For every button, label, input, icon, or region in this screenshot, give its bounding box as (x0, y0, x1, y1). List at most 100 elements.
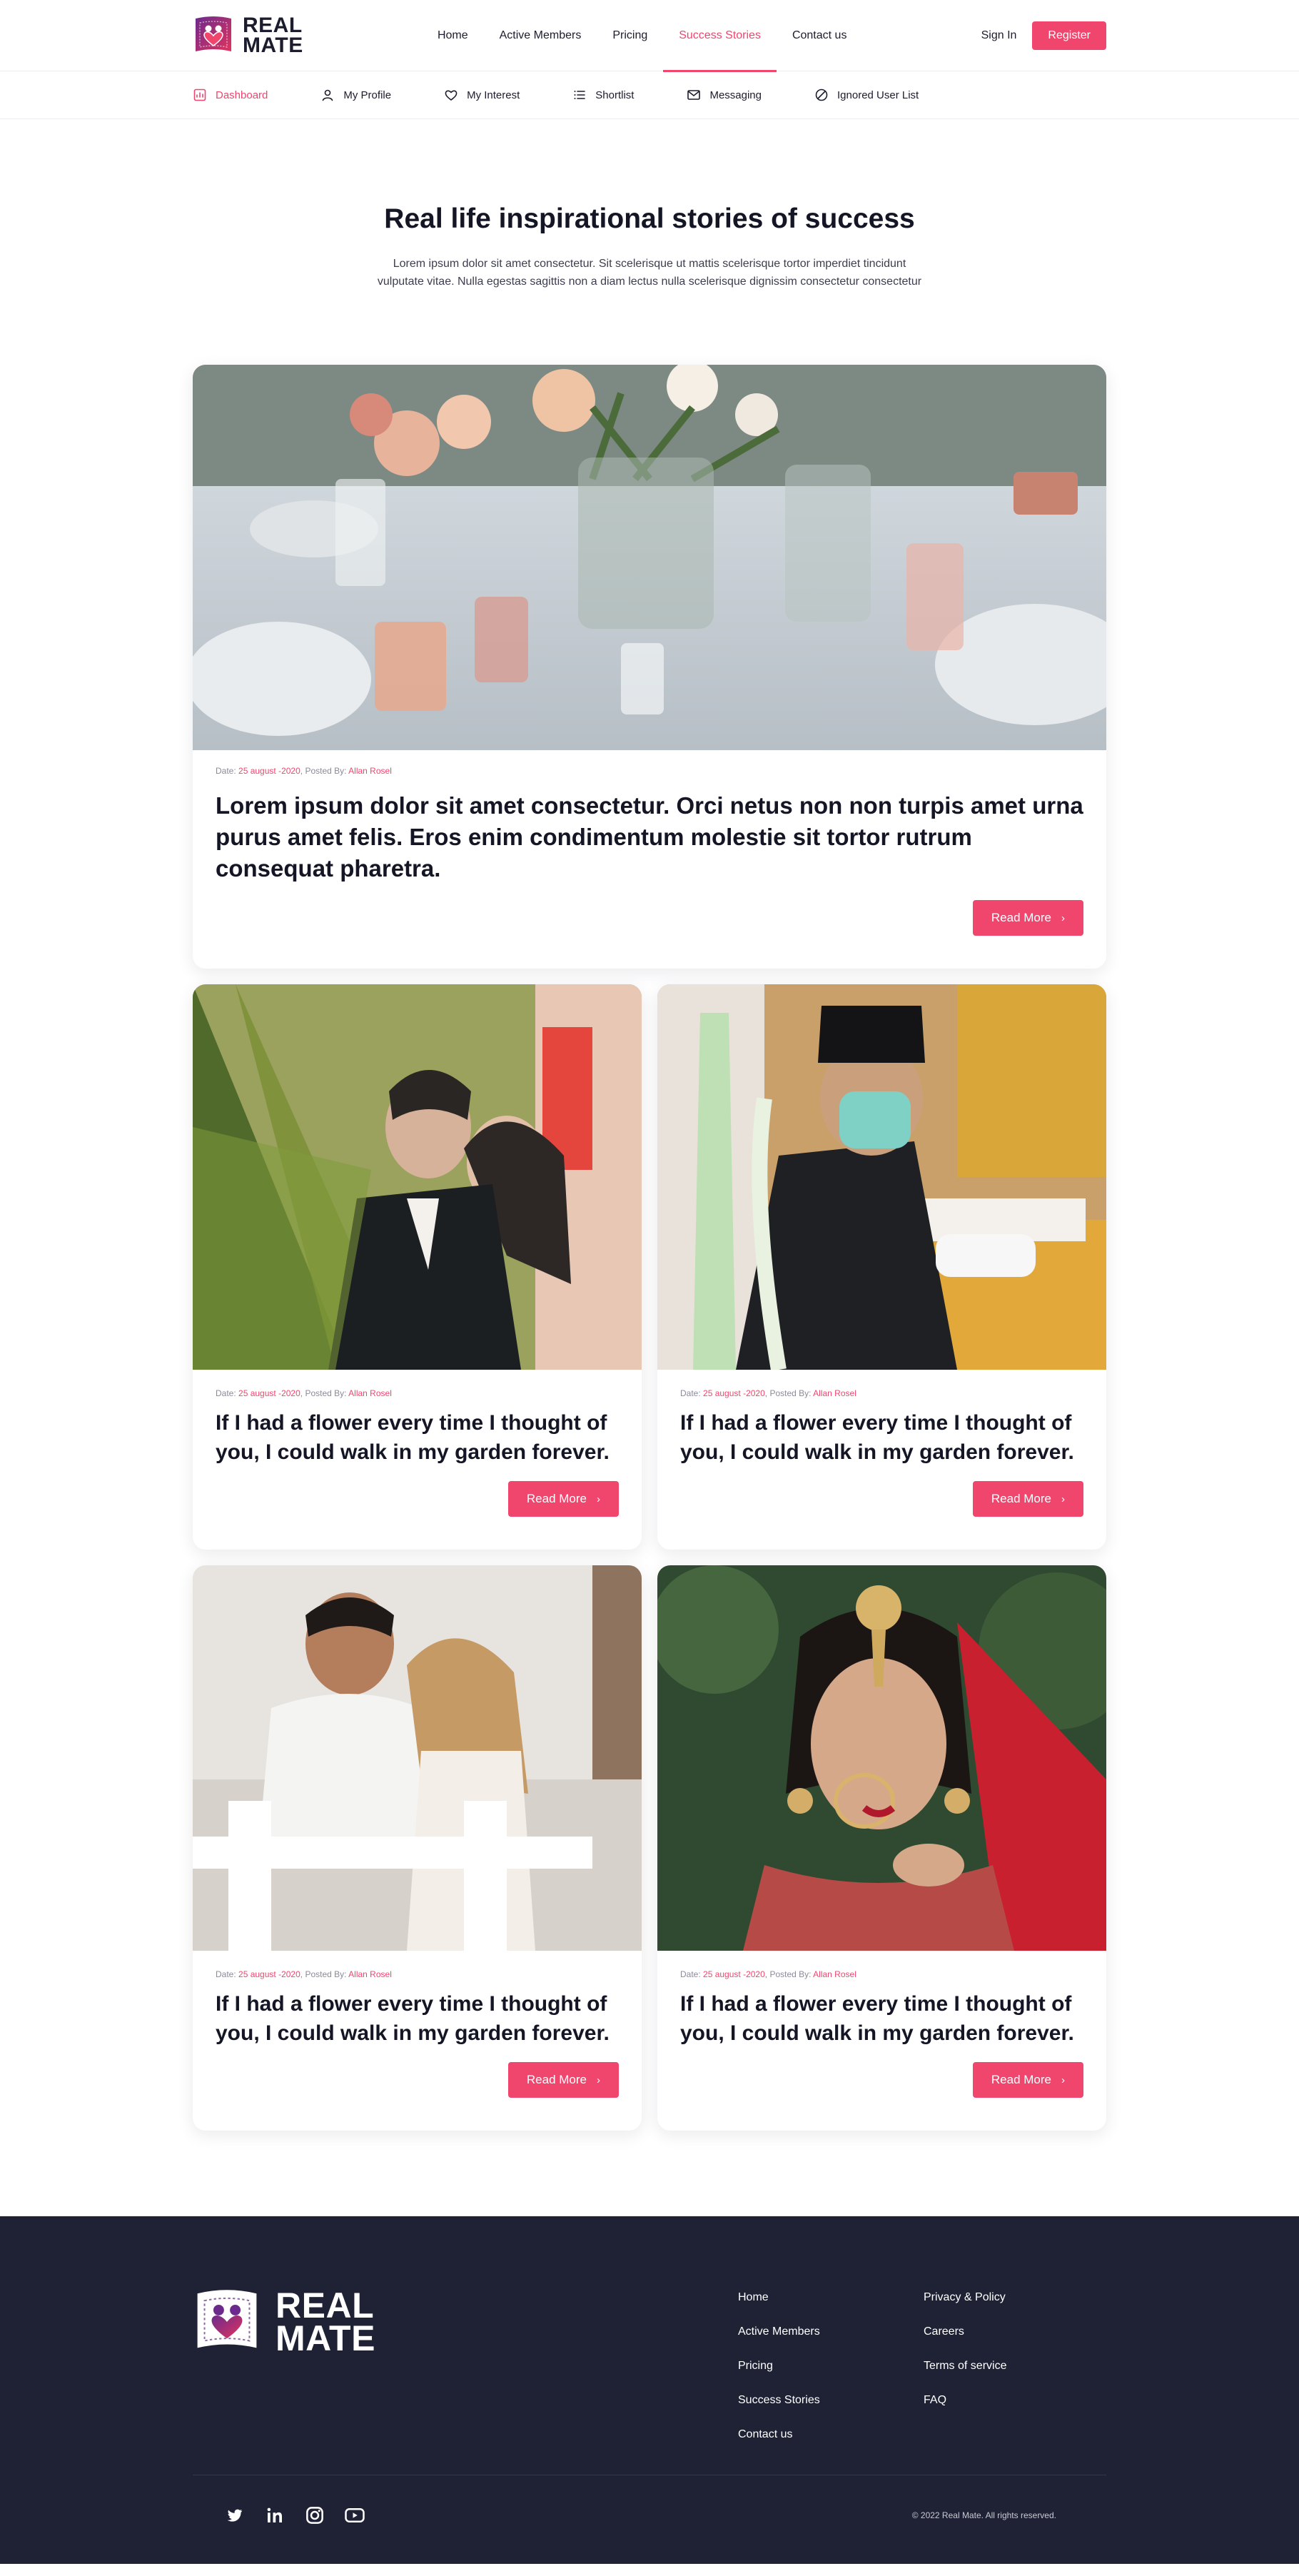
heart-icon (445, 90, 458, 101)
site-footer: REAL MATE Home Active Members Pricing Su… (0, 2216, 1299, 2564)
footer-link-home[interactable]: Home (738, 2290, 820, 2305)
story-title[interactable]: If I had a flower every time I thought o… (680, 1989, 1083, 2048)
story-title[interactable]: If I had a flower every time I thought o… (216, 1989, 619, 2048)
read-more-button[interactable]: Read More › (972, 1481, 1083, 1517)
subnav-dashboard-label: Dashboard (216, 89, 268, 101)
story-author[interactable]: Allan Rosel (348, 1388, 392, 1398)
read-more-label: Read More (991, 1492, 1051, 1505)
read-more-label: Read More (991, 911, 1051, 924)
stories-list: Date: 25 august -2020, Posted By: Allan … (193, 365, 1106, 2131)
story-meta: Date: 25 august -2020, Posted By: Allan … (216, 766, 1083, 776)
footer-link-contact-us[interactable]: Contact us (738, 2428, 820, 2442)
footer-brand-logo[interactable]: REAL MATE (193, 2285, 375, 2359)
footer-link-success-stories[interactable]: Success Stories (738, 2393, 820, 2408)
subnav-ignored-label: Ignored User List (837, 89, 919, 101)
ban-icon (815, 89, 828, 101)
date-label: Date: (680, 1388, 701, 1398)
footer-link-careers[interactable]: Careers (924, 2325, 1006, 2339)
story-photo-bride-portrait (657, 1565, 1106, 1951)
footer-link-pricing[interactable]: Pricing (738, 2359, 820, 2373)
posted-by-label: , Posted By: (764, 1969, 812, 1979)
subnav-my-interest-label: My Interest (467, 89, 520, 101)
chevron-right-icon: › (1061, 2074, 1065, 2086)
brand-line2: MATE (243, 34, 303, 57)
featured-story-card: Date: 25 august -2020, Posted By: Allan … (193, 365, 1106, 969)
story-photo-couple-kiss (193, 984, 642, 1370)
linkedin-icon[interactable] (264, 2505, 285, 2526)
subnav-my-profile[interactable]: My Profile (320, 88, 391, 102)
story-date: 25 august -2020 (703, 1969, 765, 1979)
story-photo-couple-fence (193, 1565, 642, 1951)
story-card: Date: 25 august -2020, Posted By: Allan … (657, 984, 1106, 1550)
stories-grid: Date: 25 august -2020, Posted By: Allan … (193, 984, 1106, 2131)
story-date: 25 august -2020 (703, 1388, 765, 1398)
chevron-right-icon: › (597, 2074, 600, 2086)
story-card-body: Date: 25 august -2020, Posted By: Allan … (657, 1370, 1106, 1540)
page-intro: Lorem ipsum dolor sit amet consectetur. … (377, 258, 922, 288)
story-date: 25 august -2020 (238, 766, 300, 776)
footer-link-privacy[interactable]: Privacy & Policy (924, 2290, 1006, 2305)
posted-by-label: , Posted By: (300, 1388, 347, 1398)
story-author[interactable]: Allan Rosel (813, 1969, 856, 1979)
story-author[interactable]: Allan Rosel (348, 1969, 392, 1979)
nav-home[interactable]: Home (422, 0, 484, 71)
footer-links-main: Home Active Members Pricing Success Stor… (738, 2290, 820, 2462)
story-card: Date: 25 august -2020, Posted By: Allan … (657, 1565, 1106, 2131)
nav-success-stories[interactable]: Success Stories (663, 0, 777, 72)
story-meta: Date: 25 august -2020, Posted By: Allan … (680, 1969, 1083, 1979)
subnav-my-interest[interactable]: My Interest (444, 88, 520, 102)
nav-contact-us[interactable]: Contact us (777, 0, 862, 71)
story-author[interactable]: Allan Rosel (348, 766, 392, 776)
read-more-button[interactable]: Read More › (972, 2062, 1083, 2098)
date-label: Date: (216, 1969, 236, 1979)
story-photo-table-setting (193, 365, 1106, 750)
copyright-text: © 2022 Real Mate. All rights reserved. (911, 2510, 1056, 2520)
story-photo-groom-signing (657, 984, 1106, 1370)
register-button[interactable]: Register (1032, 21, 1106, 50)
date-label: Date: (216, 1388, 236, 1398)
chevron-right-icon: › (1061, 911, 1065, 924)
footer-link-terms[interactable]: Terms of service (924, 2359, 1006, 2373)
footer-logo-mark-icon (197, 2290, 257, 2348)
footer-brand-line2: MATE (276, 2318, 375, 2358)
subnav-shortlist[interactable]: Shortlist (572, 88, 634, 102)
date-label: Date: (216, 766, 236, 776)
read-more-button[interactable]: Read More › (507, 1481, 619, 1517)
featured-card-body: Date: 25 august -2020, Posted By: Allan … (193, 750, 1106, 959)
read-more-button[interactable]: Read More › (507, 2062, 619, 2098)
story-title[interactable]: If I had a flower every time I thought o… (680, 1408, 1083, 1467)
posted-by-label: , Posted By: (300, 766, 347, 776)
logo-mark-icon (193, 14, 234, 57)
instagram-icon[interactable] (304, 2505, 325, 2526)
sign-in-link[interactable]: Sign In (981, 29, 1017, 42)
subnav-ignored-user-list[interactable]: Ignored User List (814, 88, 919, 102)
story-card-body: Date: 25 august -2020, Posted By: Allan … (657, 1951, 1106, 2121)
footer-link-active-members[interactable]: Active Members (738, 2325, 820, 2339)
nav-pricing[interactable]: Pricing (597, 0, 663, 71)
brand-line1: REAL (243, 14, 303, 37)
chevron-right-icon: › (1061, 1492, 1065, 1505)
subnav-messaging[interactable]: Messaging (687, 88, 762, 102)
nav-active-members[interactable]: Active Members (484, 0, 597, 71)
footer-link-faq[interactable]: FAQ (924, 2393, 1006, 2408)
story-meta: Date: 25 august -2020, Posted By: Allan … (216, 1969, 619, 1979)
story-date: 25 august -2020 (238, 1388, 300, 1398)
read-more-label: Read More (991, 2073, 1051, 2086)
mail-icon (687, 90, 701, 100)
brand-logo[interactable]: REAL MATE (193, 14, 303, 57)
footer-links-legal: Privacy & Policy Careers Terms of servic… (924, 2290, 1006, 2428)
story-card-body: Date: 25 august -2020, Posted By: Allan … (193, 1370, 642, 1540)
youtube-icon[interactable] (344, 2505, 365, 2526)
read-more-label: Read More (526, 2073, 587, 2086)
chevron-right-icon: › (597, 1492, 600, 1505)
list-icon (574, 91, 586, 99)
dashboard-subnav: Dashboard My Profile My Interest Shortli… (0, 71, 1299, 119)
story-date: 25 august -2020 (238, 1969, 300, 1979)
story-title[interactable]: If I had a flower every time I thought o… (216, 1408, 619, 1467)
twitter-icon[interactable] (224, 2505, 246, 2526)
story-title[interactable]: Lorem ipsum dolor sit amet consectetur. … (216, 790, 1083, 884)
read-more-button[interactable]: Read More › (972, 900, 1083, 936)
subnav-dashboard[interactable]: Dashboard (193, 88, 268, 102)
story-author[interactable]: Allan Rosel (813, 1388, 856, 1398)
posted-by-label: , Posted By: (300, 1969, 347, 1979)
